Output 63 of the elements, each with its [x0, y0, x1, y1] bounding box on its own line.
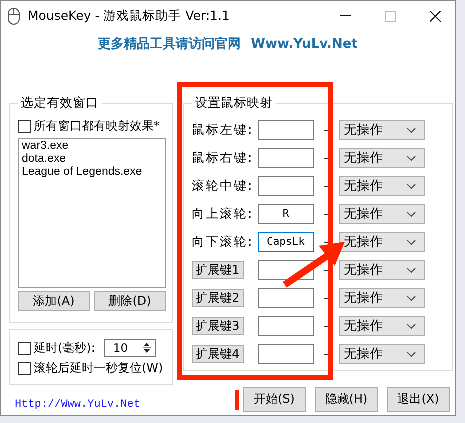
action-dropdown[interactable]: 无操作	[339, 232, 425, 252]
action-dropdown[interactable]: 无操作	[339, 148, 425, 168]
mapping-label: 向上滚轮:	[192, 206, 254, 222]
minimize-icon[interactable]	[340, 15, 351, 17]
website-link[interactable]: Http://Www.YuLv.Net	[15, 398, 140, 410]
website-link[interactable]: Www.YuLv.Net	[251, 36, 358, 52]
caret-icon	[407, 352, 416, 356]
process-item[interactable]: dota.exe	[22, 153, 162, 166]
extend-key-button[interactable]: 扩展键4	[192, 345, 244, 363]
checkbox-label: 延时(毫秒):	[34, 340, 96, 356]
process-item[interactable]: war3.exe	[22, 140, 162, 153]
caret-icon	[407, 156, 416, 160]
mapping-label: 向下滚轮:	[192, 234, 254, 250]
caret-icon	[407, 296, 416, 300]
delay-spinner[interactable]: 10	[104, 339, 156, 357]
caret-icon	[407, 268, 416, 272]
checkbox[interactable]	[18, 120, 31, 132]
caret-icon	[407, 184, 416, 188]
checkbox-label: 滚轮后延时一秒复位(W)	[34, 360, 164, 376]
action-dropdown[interactable]: 无操作	[339, 176, 425, 196]
key-input-field[interactable]	[258, 260, 314, 280]
footer-button[interactable]: 退出(X)	[387, 387, 450, 412]
spinner-arrows-icon[interactable]	[143, 341, 152, 355]
group-title: 设置鼠标映射	[194, 95, 274, 112]
highlight-bar	[235, 390, 239, 410]
group-title: 选定有效窗口	[20, 95, 100, 112]
action-dropdown[interactable]: 无操作	[339, 120, 425, 140]
mapping-label: 滚轮中键:	[192, 178, 254, 194]
key-input-field[interactable]	[258, 176, 314, 196]
caret-icon	[407, 324, 416, 328]
footer-button[interactable]: 开始(S)	[243, 387, 306, 412]
list-button[interactable]: 删除(D)	[94, 291, 166, 311]
close-icon[interactable]	[430, 10, 441, 22]
key-input-field[interactable]	[258, 148, 314, 168]
caret-icon	[407, 240, 416, 244]
key-input-field[interactable]	[258, 316, 314, 336]
footer-button[interactable]: 隐藏(H)	[315, 387, 378, 412]
key-input-field[interactable]: R	[258, 204, 314, 224]
action-dropdown[interactable]: 无操作	[339, 344, 425, 364]
extend-key-button[interactable]: 扩展键2	[192, 289, 244, 307]
key-input-field[interactable]	[258, 344, 314, 364]
action-dropdown[interactable]: 无操作	[339, 288, 425, 308]
mapping-label: 鼠标左键:	[192, 122, 254, 138]
caret-icon	[407, 212, 416, 216]
mapping-label: 鼠标右键:	[192, 150, 254, 166]
mouse-icon	[8, 8, 20, 24]
banner-text: 更多精品工具请访问官网	[98, 36, 242, 53]
caret-icon	[407, 128, 416, 132]
list-button[interactable]: 添加(A)	[18, 291, 90, 311]
window-title: MouseKey - 游戏鼠标助手 Ver:1.1	[28, 8, 230, 24]
process-item[interactable]: League of Legends.exe	[22, 166, 162, 179]
key-input-field[interactable]: CapsLk	[258, 232, 314, 252]
extend-key-button[interactable]: 扩展键3	[192, 317, 244, 335]
checkbox[interactable]	[18, 342, 31, 354]
extend-key-button[interactable]: 扩展键1	[192, 261, 244, 279]
key-input-field[interactable]	[258, 288, 314, 308]
process-list[interactable]: war3.exe dota.exe League of Legends.exe	[18, 138, 166, 288]
checkbox-label: 所有窗口都有映射效果*	[34, 118, 160, 134]
key-input-field[interactable]	[258, 120, 314, 140]
checkbox[interactable]	[18, 362, 31, 374]
action-dropdown[interactable]: 无操作	[339, 316, 425, 336]
action-dropdown[interactable]: 无操作	[339, 260, 425, 280]
action-dropdown[interactable]: 无操作	[339, 204, 425, 224]
